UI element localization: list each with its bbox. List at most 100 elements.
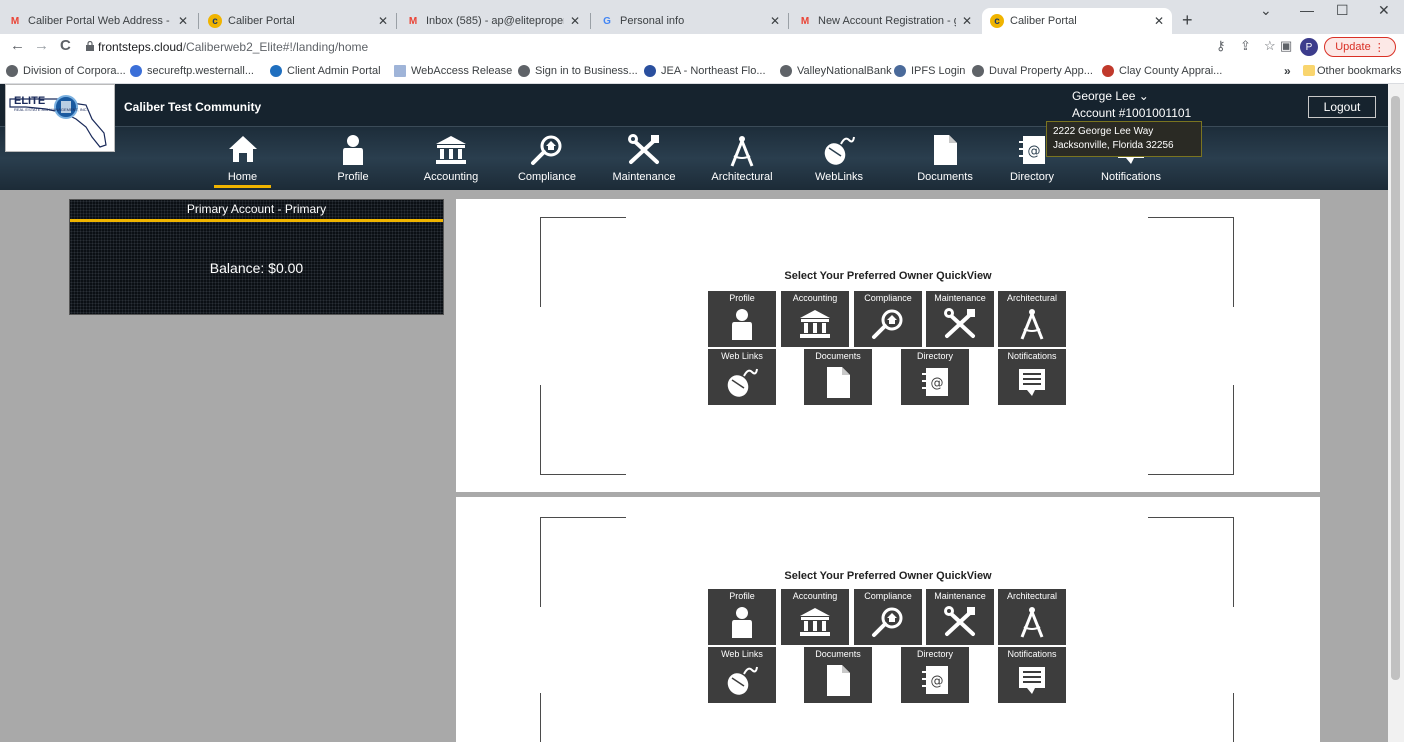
more-bookmarks-icon[interactable]: » (1284, 64, 1291, 78)
compass-icon (1020, 309, 1044, 340)
quickview-notifications[interactable]: Notifications (998, 349, 1066, 405)
bookmark-item[interactable]: Duval Property App... (972, 65, 1093, 77)
browser-tab-active[interactable]: c Caliber Portal ✕ (982, 8, 1172, 34)
star-icon[interactable]: ☆ (1264, 38, 1276, 54)
tools-icon (944, 308, 975, 338)
page-icon (394, 65, 406, 77)
bank-icon (800, 608, 830, 636)
google-icon: G (603, 15, 611, 27)
tools-icon (944, 606, 975, 636)
nav-home[interactable]: Home (214, 126, 271, 188)
quickview-accounting[interactable]: Accounting (781, 291, 849, 347)
message-icon (1019, 667, 1045, 694)
globe-icon (972, 65, 984, 77)
close-tab-icon[interactable]: ✕ (962, 14, 972, 28)
account-number: Account #1001001101 (1072, 106, 1192, 120)
browser-tab[interactable]: M New Account Registration - ge ✕ (790, 8, 980, 34)
nav-maintenance[interactable]: Maintenance (608, 126, 680, 188)
quickview-directory[interactable]: Directory @ (901, 647, 969, 703)
quickview-compliance[interactable]: Compliance (854, 589, 922, 645)
user-menu[interactable]: George Lee ⌄ (1072, 89, 1149, 103)
bookmark-item[interactable]: secureftp.westernall... (130, 65, 254, 77)
nav-documents[interactable]: Documents (917, 126, 973, 188)
profile-avatar[interactable]: P (1300, 38, 1318, 56)
quickview-documents[interactable]: Documents (804, 647, 872, 703)
quickview-directory[interactable]: Directory @ (901, 349, 969, 405)
bookmark-item[interactable]: Clay County Apprai... (1102, 65, 1222, 77)
active-indicator (214, 185, 271, 188)
bookmark-item[interactable]: Sign in to Business... (518, 65, 638, 77)
update-button[interactable]: Update ⋮ (1324, 37, 1396, 57)
address-bar: ← → C frontsteps.cloud/Caliberweb2_Elite… (0, 34, 1404, 60)
share-icon[interactable]: ⇪ (1240, 38, 1251, 54)
quickview-weblinks[interactable]: Web Links (708, 349, 776, 405)
bookmark-item[interactable]: Division of Corpora... (6, 65, 126, 77)
quickview-weblinks[interactable]: Web Links (708, 647, 776, 703)
close-tab-icon[interactable]: ✕ (378, 14, 388, 28)
bookmark-favicon (894, 65, 906, 77)
bookmark-item[interactable]: WebAccess Release (394, 65, 512, 77)
close-tab-icon[interactable]: ✕ (1154, 14, 1164, 28)
quickview-documents[interactable]: Documents (804, 349, 872, 405)
quickview-profile[interactable]: Profile (708, 589, 776, 645)
browser-tab[interactable]: M Caliber Portal Web Address - p ✕ (0, 8, 196, 34)
key-icon[interactable]: ⚷ (1216, 38, 1226, 54)
home-icon (228, 136, 257, 162)
elite-logo[interactable]: ELITE REAL ESTATE and MANAGEMENT, INC. (5, 84, 115, 152)
minimize-button[interactable]: — (1300, 2, 1314, 18)
bookmark-item[interactable]: JEA - Northeast Flo... (644, 65, 766, 77)
nav-compliance[interactable]: Compliance (514, 126, 580, 188)
quickview-profile[interactable]: Profile (708, 291, 776, 347)
nav-weblinks[interactable]: WebLinks (812, 126, 866, 188)
account-balance: Balance: $0.00 (209, 260, 304, 276)
mouse-icon (824, 136, 855, 165)
svg-text:@: @ (931, 674, 944, 689)
close-tab-icon[interactable]: ✕ (178, 14, 188, 28)
new-tab-button[interactable]: + (1182, 10, 1193, 31)
quickview-architectural[interactable]: Architectural (998, 291, 1066, 347)
magnifier-house-icon (872, 607, 903, 637)
close-tab-icon[interactable]: ✕ (570, 14, 580, 28)
url-field[interactable]: frontsteps.cloud/Caliberweb2_Elite#!/lan… (98, 40, 368, 54)
reload-icon[interactable]: C (60, 37, 71, 54)
maximize-button[interactable]: ☐ (1336, 2, 1349, 19)
globe-icon (6, 65, 18, 77)
nav-profile[interactable]: Profile (330, 126, 376, 188)
folder-icon (1303, 65, 1315, 76)
tab-search-icon[interactable]: ⌄ (1260, 2, 1272, 19)
other-bookmarks[interactable]: Other bookmarks (1317, 65, 1401, 77)
bookmarks-bar: Division of Corpora... secureftp.western… (0, 60, 1404, 84)
back-icon[interactable]: ← (10, 37, 25, 54)
close-window-button[interactable]: ✕ (1378, 2, 1390, 19)
side-panel-icon[interactable]: ▣ (1280, 38, 1292, 54)
bookmark-item[interactable]: Client Admin Portal (270, 65, 381, 77)
tools-icon (628, 134, 659, 164)
quickview-title: Select Your Preferred Owner QuickView (784, 270, 992, 282)
close-tab-icon[interactable]: ✕ (770, 14, 780, 28)
quickview-panel: Select Your Preferred Owner QuickView Pr… (456, 199, 1320, 492)
quickview-maintenance[interactable]: Maintenance (926, 589, 994, 645)
quickview-compliance[interactable]: Compliance (854, 291, 922, 347)
quickview-accounting[interactable]: Accounting (781, 589, 849, 645)
bookmark-item[interactable]: ValleyNationalBank (780, 65, 892, 77)
nav-architectural[interactable]: Architectural (706, 126, 778, 188)
quickview-panel: Select Your Preferred Owner QuickView Pr… (456, 497, 1320, 742)
quickview-maintenance[interactable]: Maintenance (926, 291, 994, 347)
bookmark-favicon (1102, 65, 1114, 77)
scrollbar-thumb[interactable] (1391, 96, 1400, 680)
browser-tab[interactable]: c Caliber Portal ✕ (200, 8, 396, 34)
account-summary-panel[interactable]: Primary Account - Primary Balance: $0.00 (69, 199, 444, 315)
quickview-architectural[interactable]: Architectural (998, 589, 1066, 645)
forward-icon[interactable]: → (34, 37, 49, 54)
svg-text:@: @ (1028, 144, 1041, 159)
browser-tab[interactable]: G Personal info ✕ (592, 8, 788, 34)
logout-button[interactable]: Logout (1308, 96, 1376, 118)
address-book-icon: @ (922, 368, 948, 396)
frame-corner (540, 385, 626, 475)
quickview-notifications[interactable]: Notifications (998, 647, 1066, 703)
community-name: Caliber Test Community (124, 100, 262, 114)
lock-icon[interactable] (86, 41, 94, 51)
bookmark-item[interactable]: IPFS Login (894, 65, 965, 77)
browser-tab[interactable]: M Inbox (585) - ap@eliteproperty ✕ (398, 8, 588, 34)
nav-accounting[interactable]: Accounting (418, 126, 484, 188)
